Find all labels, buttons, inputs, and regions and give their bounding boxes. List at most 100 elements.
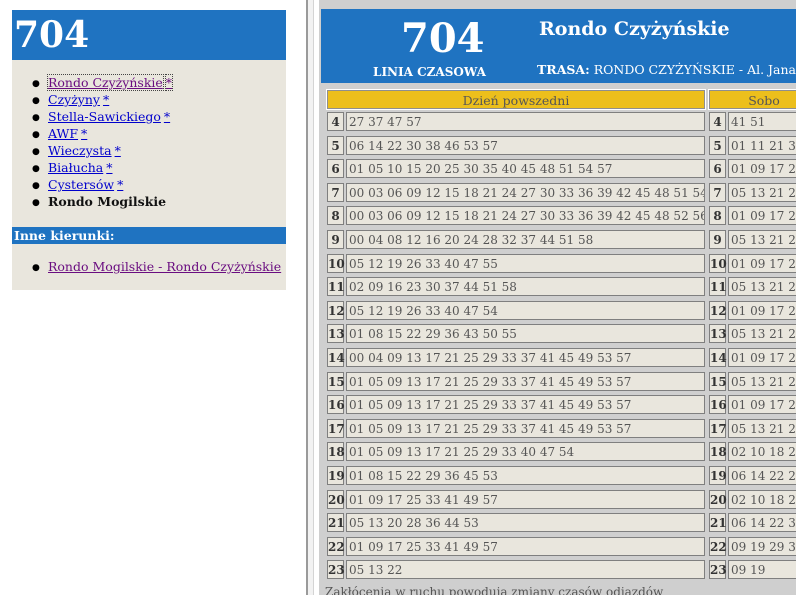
weekday-minutes-cell: 00 03 06 09 12 15 18 21 24 27 30 33 36 3… [346,183,705,202]
weekday-minutes-cell: 01 05 09 13 17 21 25 29 33 40 47 54 [346,442,705,461]
saturday-minutes-cell: 41 51 [728,112,796,131]
saturday-hour-cell: 12 [709,301,727,320]
stop-link[interactable]: Cystersów [48,177,114,192]
timetable-panel: 704 LINIA CZASOWA Rondo Czyżyńskie TRASA… [319,0,796,595]
stop-list-item[interactable]: ● AWF * [32,125,286,142]
weekday-minutes-cell: 01 09 17 25 33 41 49 57 [346,537,705,556]
saturday-hour-cell: 16 [709,395,727,414]
weekday-hour-cell: 14 [327,348,345,367]
saturday-hour-cell: 8 [709,206,726,225]
saturday-minutes-cell: 06 14 22 30 [728,513,796,532]
stop-link[interactable]: Czyżyny [48,92,100,107]
saturday-minutes-cell: 01 09 17 25 [728,348,796,367]
stop-link[interactable]: AWF [48,126,78,141]
weekday-hour-cell: 12 [327,301,345,320]
weekday-minutes-cell: 00 04 08 12 16 20 24 28 32 37 44 51 58 [346,230,705,249]
weekday-hour-cell: 16 [327,395,345,414]
stop-link[interactable]: Rondo Czyżyńskie [47,74,164,91]
weekday-hour-cell: 23 [327,560,345,579]
weekday-hour-cell: 5 [327,136,344,155]
saturday-hour-cell: 21 [709,513,727,532]
other-directions-heading: Inne kierunki: [12,227,286,244]
saturday-minutes-cell: 05 13 21 29 [728,183,796,202]
stop-star-link[interactable]: * [81,126,87,141]
weekday-hour-cell: 4 [327,112,344,131]
saturday-minutes-cell: 01 09 17 25 [728,206,796,225]
footer-note: Zakłócenia w ruchu powodują zmiany czasó… [325,585,664,595]
stop-link[interactable]: Wieczysta [48,143,112,158]
saturday-hour-cell: 20 [709,490,727,509]
stop-link[interactable]: Stella-Sawickiego [48,109,161,124]
saturday-minutes-cell: 05 13 21 29 [728,372,796,391]
weekday-minutes-cell: 05 13 20 28 36 44 53 [346,513,705,532]
stop-star-link[interactable]: * [103,92,109,107]
saturday-minutes-cell: 02 10 18 26 [728,442,796,461]
saturday-hour-cell: 10 [709,254,727,273]
stop-list-item[interactable]: ● Cystersów * [32,176,286,193]
route: TRASA: RONDO CZYŻYŃSKIE - Al. Jana P [537,62,796,77]
stop-list-item[interactable]: ● Czyżyny * [32,91,286,108]
saturday-minutes-cell: 01 11 21 33 [728,136,796,155]
weekday-minutes-cell: 01 08 15 22 29 36 45 53 [346,466,705,485]
weekday-minutes-cell: 01 05 09 13 17 21 25 29 33 37 41 45 49 5… [346,419,705,438]
saturday-minutes-cell: 06 14 22 29 [728,466,796,485]
stop-star-link[interactable]: * [164,109,170,124]
stop-link[interactable]: Białucha [48,160,103,175]
saturday-hour-cell: 22 [709,537,727,556]
weekday-minutes-cell: 01 05 09 13 17 21 25 29 33 37 41 45 49 5… [346,372,705,391]
weekday-hour-cell: 7 [327,183,344,202]
weekday-hour-cell: 18 [327,442,345,461]
weekday-minutes-cell: 00 04 09 13 17 21 25 29 33 37 41 45 49 5… [346,348,705,367]
weekday-hour-cell: 22 [327,537,345,556]
line-number-heading: 704 [12,10,286,60]
other-direction-link[interactable]: Rondo Mogilskie - Rondo Czyżyńskie [48,259,281,274]
weekday-hour-cell: 6 [327,159,344,178]
saturday-hour-cell: 17 [709,419,727,438]
stop-star-link[interactable]: * [164,74,174,91]
saturday-hour-cell: 23 [709,560,727,579]
saturday-hour-cell: 11 [709,277,727,296]
other-direction-item[interactable]: ● Rondo Mogilskie - Rondo Czyżyńskie [32,258,281,277]
frame-divider[interactable] [306,0,314,595]
stop-star-link[interactable]: * [115,143,121,158]
saturday-minutes-cell: 05 13 21 29 [728,324,796,343]
saturday-minutes-cell: 09 19 29 39 [728,537,796,556]
saturday-minutes-cell: 05 13 21 29 [728,230,796,249]
weekday-hour-cell: 15 [327,372,345,391]
weekday-hour-cell: 10 [327,254,345,273]
final-stop-label: Rondo Mogilskie [48,194,167,209]
stop-list-item[interactable]: ● Białucha * [32,159,286,176]
saturday-minutes-cell: 01 09 17 25 [728,254,796,273]
saturday-hour-cell: 5 [709,136,726,155]
stop-list: ● Rondo Czyżyńskie * ● Czyżyny * ● Stella-Sawic… [12,74,286,210]
weekday-hour-cell: 9 [327,230,344,249]
route-label: TRASA: [537,62,590,77]
stop-star-link[interactable]: * [117,177,123,192]
saturday-minutes-cell: 01 09 17 25 [728,159,796,178]
route-text: RONDO CZYŻYŃSKIE - Al. Jana P [593,62,796,77]
stop-list-panel: 704 ● Rondo Czyżyńskie * ● Czyżyny * ● Stella-S… [12,10,286,290]
stop-name: Rondo Czyżyńskie [539,18,730,40]
weekday-hour-cell: 8 [327,206,344,225]
weekday-hour-cell: 19 [327,466,345,485]
saturday-hour-cell: 7 [709,183,726,202]
weekday-column-header: Dzień powszedni [326,89,706,110]
saturday-hour-cell: 13 [709,324,727,343]
stop-list-item[interactable]: ● Wieczysta * [32,142,286,159]
stop-list-item[interactable]: ● Rondo Czyżyńskie * [32,74,286,91]
weekday-hour-cell: 11 [327,277,345,296]
weekday-minutes-cell: 00 03 06 09 12 15 18 21 24 27 30 33 36 3… [346,206,705,225]
weekday-hour-cell: 20 [327,490,345,509]
saturday-hour-cell: 15 [709,372,727,391]
stop-star-link[interactable]: * [106,160,112,175]
saturday-minutes-cell: 05 13 21 29 [728,277,796,296]
stop-list-item[interactable]: ● Stella-Sawickiego * [32,108,286,125]
weekday-hour-cell: 13 [327,324,345,343]
weekday-minutes-cell: 05 12 19 26 33 40 47 55 [346,254,705,273]
timetable-header: 704 LINIA CZASOWA Rondo Czyżyńskie TRASA… [321,9,796,83]
saturday-hour-cell: 9 [709,230,726,249]
weekday-minutes-cell: 01 05 10 15 20 25 30 35 40 45 48 51 54 5… [346,159,705,178]
stop-list-item: ● Rondo Mogilskie [32,193,286,210]
weekday-minutes-cell: 02 09 16 23 30 37 44 51 58 [346,277,705,296]
weekday-minutes-cell: 06 14 22 30 38 46 53 57 [346,136,705,155]
